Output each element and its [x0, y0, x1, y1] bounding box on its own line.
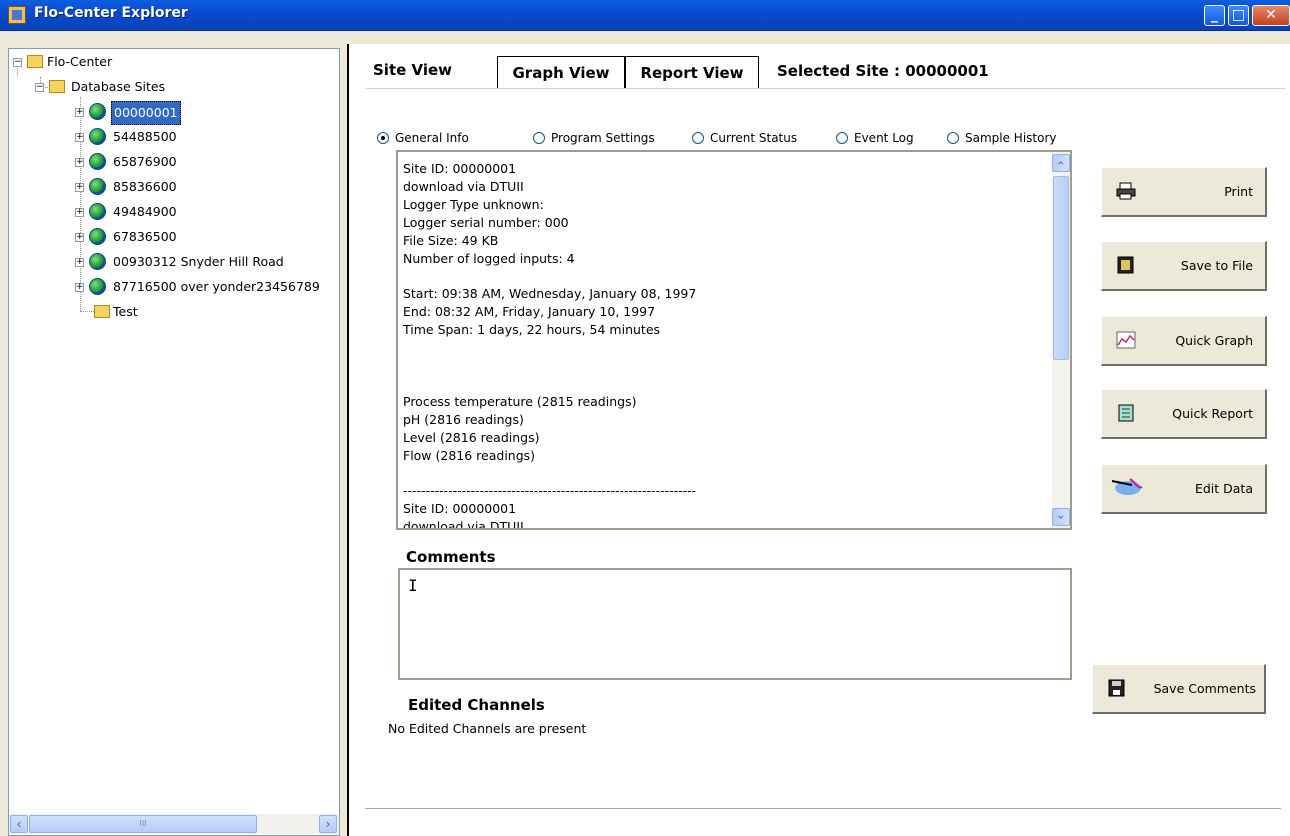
tree-site-label: 54488500: [113, 129, 177, 144]
expand-icon[interactable]: +: [75, 133, 84, 142]
save-comments-label: Save Comments: [1153, 681, 1256, 696]
window-title: Flo-Center Explorer: [34, 5, 188, 21]
expand-icon[interactable]: +: [75, 258, 84, 267]
tree-site-label: 65876900: [113, 154, 177, 169]
site-view-panel: Site View Graph View Report View Selecte…: [347, 44, 1290, 836]
tree-site[interactable]: + 87716500 over yonder23456789: [75, 276, 339, 298]
site-tree[interactable]: − Flo-Center − Database Sites + 00000001…: [8, 48, 340, 836]
text-cursor-icon: I: [408, 576, 418, 595]
radio-off-icon: [947, 132, 959, 144]
comments-label: Comments: [406, 548, 496, 566]
expand-icon[interactable]: +: [75, 233, 84, 242]
close-button[interactable]: ✕: [1252, 5, 1290, 26]
title-bar[interactable]: Flo-Center Explorer _ □ ✕: [0, 0, 1290, 31]
tab-site-view[interactable]: Site View: [351, 54, 499, 86]
tree-site-label: 00000001: [111, 101, 181, 125]
tree-root-label: Flo-Center: [47, 54, 113, 69]
tree-horizontal-scrollbar[interactable]: ‹ III ›: [9, 814, 339, 834]
tree-database-label: Database Sites: [71, 79, 166, 94]
edited-channels-text: No Edited Channels are present: [388, 721, 587, 736]
scroll-left-icon[interactable]: ‹: [10, 815, 28, 833]
globe-icon: [89, 253, 106, 270]
bottom-divider: [365, 808, 1281, 809]
radio-label: Sample History: [965, 131, 1057, 145]
print-label: Print: [1224, 184, 1253, 199]
radio-label: Current Status: [710, 131, 798, 145]
globe-icon: [89, 228, 106, 245]
tree-site-label: 49484900: [113, 204, 177, 219]
file-icon: [1117, 256, 1134, 274]
printer-icon: [1116, 182, 1136, 200]
tab-divider: [365, 88, 1285, 89]
expand-icon[interactable]: +: [75, 208, 84, 217]
radio-label: Program Settings: [551, 131, 655, 145]
collapse-icon[interactable]: −: [13, 58, 22, 67]
tree-site-label: 85836600: [113, 179, 177, 194]
tree-line: [80, 311, 94, 312]
globe-icon: [89, 203, 106, 220]
radio-label: General Info: [395, 131, 469, 145]
globe-icon: [89, 153, 106, 170]
edited-channels-label: Edited Channels: [408, 696, 545, 714]
comments-input[interactable]: I: [398, 568, 1072, 680]
radio-label: Event Log: [854, 131, 914, 145]
edit-data-label: Edit Data: [1194, 481, 1253, 496]
scroll-thumb[interactable]: III: [29, 815, 257, 833]
radio-off-icon: [692, 132, 704, 144]
quick-graph-button[interactable]: Quick Graph: [1101, 316, 1267, 366]
radio-off-icon: [836, 132, 848, 144]
general-info-textbox[interactable]: Site ID: 00000001 download via DTUII Log…: [396, 150, 1072, 530]
app-icon: [8, 6, 26, 24]
quick-graph-label: Quick Graph: [1175, 333, 1253, 348]
report-icon: [1118, 404, 1134, 422]
collapse-icon[interactable]: −: [35, 83, 44, 92]
tree-site-label: 00930312 Snyder Hill Road: [113, 254, 284, 269]
expand-icon[interactable]: +: [75, 108, 84, 117]
globe-icon: [89, 278, 106, 295]
tree-site-label: 87716500 over yonder23456789: [113, 279, 320, 294]
scroll-thumb[interactable]: [1053, 176, 1069, 360]
tab-report-view[interactable]: Report View: [625, 56, 759, 88]
globe-icon: [89, 178, 106, 195]
expand-icon[interactable]: +: [75, 283, 84, 292]
expand-icon[interactable]: +: [75, 183, 84, 192]
maximize-button[interactable]: □: [1228, 5, 1249, 26]
scroll-right-icon[interactable]: ›: [319, 815, 337, 833]
globe-icon: [89, 103, 106, 120]
general-info-text: Site ID: 00000001 download via DTUII Log…: [403, 161, 697, 530]
selected-site-label: Selected Site : 00000001: [777, 62, 989, 80]
scroll-up-icon[interactable]: ‹: [1052, 154, 1070, 172]
save-to-file-button[interactable]: Save to File: [1101, 241, 1267, 291]
quick-report-button[interactable]: Quick Report: [1101, 389, 1267, 439]
print-button[interactable]: Print: [1101, 167, 1267, 217]
tab-graph-view[interactable]: Graph View: [497, 56, 625, 88]
minimize-button[interactable]: _: [1204, 5, 1225, 26]
save-comments-button[interactable]: Save Comments: [1092, 664, 1266, 714]
folder-icon: [49, 80, 65, 93]
tree-test-label: Test: [113, 304, 138, 319]
quick-report-label: Quick Report: [1172, 406, 1253, 421]
globe-icon: [89, 128, 106, 145]
floppy-disk-icon: [1108, 679, 1125, 697]
expand-icon[interactable]: +: [75, 158, 84, 167]
tree-site-label: 67836500: [113, 229, 177, 244]
info-vertical-scrollbar[interactable]: ‹ ›: [1052, 152, 1070, 528]
save-to-file-label: Save to File: [1180, 258, 1253, 273]
radio-off-icon: [533, 132, 545, 144]
edit-data-button[interactable]: Edit Data: [1101, 464, 1267, 514]
radio-on-icon: [377, 132, 389, 144]
folder-icon: [27, 55, 43, 68]
edit-data-icon: [1111, 478, 1143, 495]
graph-icon: [1116, 331, 1136, 349]
scroll-down-icon[interactable]: ›: [1052, 508, 1070, 526]
folder-icon: [94, 305, 110, 318]
